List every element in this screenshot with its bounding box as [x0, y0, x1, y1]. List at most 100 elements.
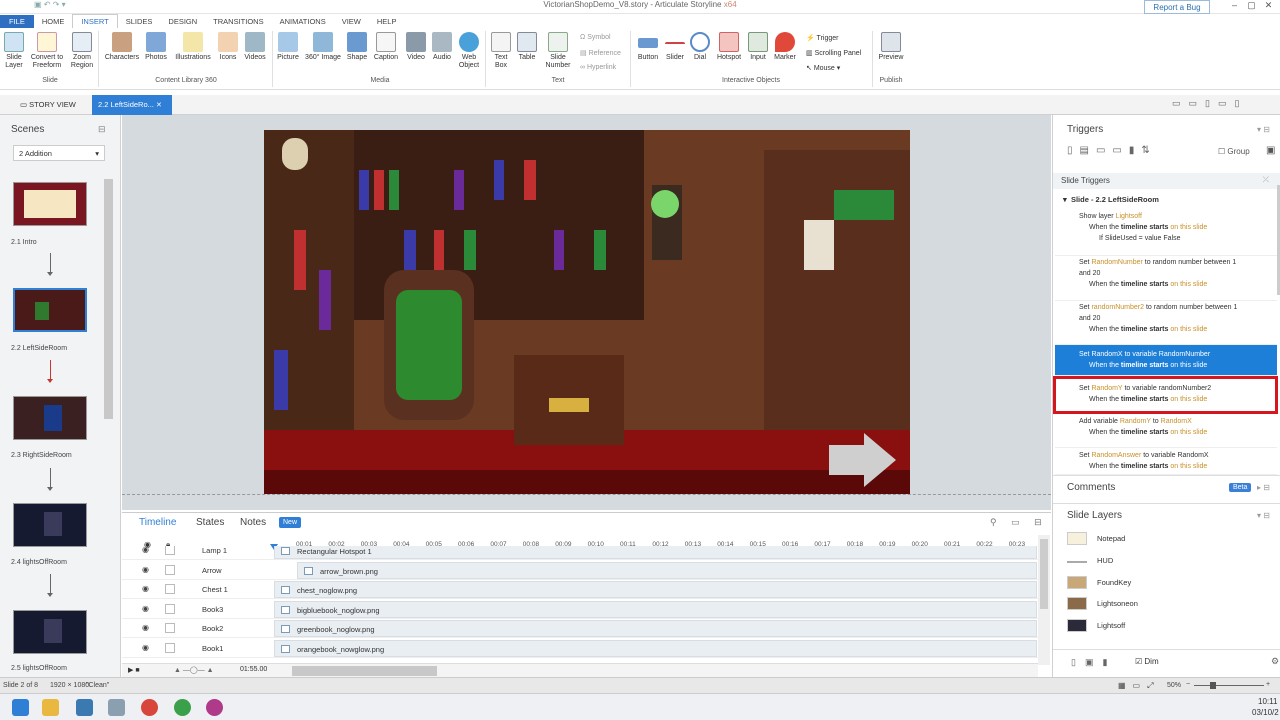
layer-item[interactable]: Lightsoneon — [1067, 595, 1267, 615]
scrolling-panel-button[interactable]: ▥ Scrolling Panel — [806, 49, 861, 57]
tab-transitions[interactable]: TRANSITIONS — [205, 15, 271, 29]
layer-actions[interactable]: ▯▣▮ — [1071, 657, 1116, 668]
timeline-panel-controls[interactable]: ⚲ ▭ ⊟ — [990, 517, 1048, 528]
lock-toggle[interactable] — [165, 603, 175, 614]
object-timeline-bar[interactable]: arrow_brown.png — [297, 561, 1037, 579]
slide-thumbnail[interactable] — [13, 396, 87, 440]
button-button[interactable]: Button — [634, 32, 662, 62]
caption-button[interactable]: Caption — [371, 32, 401, 62]
comments-panel-icons[interactable]: ▸ ⊟ — [1257, 483, 1270, 492]
trigger-item[interactable]: Set RandomNumber to random number betwee… — [1055, 257, 1277, 301]
windows-start-icon[interactable] — [12, 699, 29, 716]
trigger-item[interactable]: Set RandomAnswer to variable RandomX Whe… — [1055, 449, 1277, 475]
timeline-zoom-slider[interactable]: ▲ —◯— ▲ — [174, 666, 214, 674]
object-timeline-bar[interactable]: bigbluebook_noglow.png — [274, 600, 1037, 618]
tab-design[interactable]: DESIGN — [160, 15, 205, 29]
trigger-button[interactable]: ⚡ Trigger — [806, 34, 838, 42]
file-explorer-icon[interactable] — [42, 699, 59, 716]
close-icon[interactable]: ✕ — [1260, 0, 1277, 11]
slide-thumbnail[interactable] — [13, 503, 87, 547]
tab-home[interactable]: HOME — [34, 15, 73, 29]
view-mode-icons[interactable]: ▭▭▯▭▯ — [1172, 98, 1247, 109]
panel-collapse-icon[interactable]: ⊟ — [98, 124, 106, 135]
trigger-item[interactable]: Set randomNumber2 to random number betwe… — [1055, 302, 1277, 345]
slide-thumbnail[interactable] — [13, 610, 87, 654]
mouse-button[interactable]: ↖ Mouse ▾ — [806, 64, 840, 72]
eye-icon[interactable]: ◉ — [142, 584, 149, 593]
scene-dropdown[interactable]: 2 Addition ▾ — [13, 145, 105, 161]
hyperlink-button[interactable]: ∞ Hyperlink — [580, 64, 616, 71]
input-button[interactable]: Input — [746, 32, 770, 62]
lock-toggle[interactable] — [165, 623, 175, 634]
slide-trigger-group[interactable]: ▾ Slide - 2.2 LeftSideRoom — [1063, 195, 1159, 204]
timeline-row[interactable]: ◉ Book3 bigbluebook_noglow.png — [122, 600, 1038, 619]
object-timeline-bar[interactable]: orangebook_nowglow.png — [274, 640, 1037, 657]
eye-icon[interactable]: ◉ — [142, 565, 149, 574]
tab-states[interactable]: States — [196, 517, 224, 528]
story-view-tab[interactable]: ▭ STORY VIEW — [14, 95, 82, 115]
app-icon[interactable] — [108, 699, 125, 716]
zoom-out-icon[interactable]: − — [1186, 681, 1190, 688]
storyline-icon[interactable] — [206, 699, 223, 716]
layer-item[interactable]: Lightsoff — [1067, 617, 1267, 637]
videos-button[interactable]: Videos — [241, 32, 269, 62]
scenes-scrollbar[interactable] — [104, 179, 113, 419]
slide-number-button[interactable]: Slide Number — [541, 32, 575, 70]
tab-notes[interactable]: Notes — [240, 517, 266, 528]
timeline-scrollbar[interactable] — [1038, 535, 1050, 665]
tab-help[interactable]: HELP — [369, 15, 405, 29]
object-timeline-bar[interactable]: chest_noglow.png — [274, 581, 1037, 599]
tab-animations[interactable]: ANIMATIONS — [272, 15, 334, 29]
marker-button[interactable]: Marker — [771, 32, 799, 62]
layer-item[interactable]: FoundKey — [1067, 574, 1267, 594]
trigger-toolbar[interactable]: ▯▤▭▭▮⇅ — [1067, 145, 1157, 156]
lock-toggle[interactable] — [165, 584, 175, 595]
timeline-row[interactable]: ◉ Arrow arrow_brown.png — [122, 561, 1038, 580]
symbol-button[interactable]: Ω Symbol — [580, 34, 611, 41]
timeline-row[interactable]: ◉ Book1 orangebook_nowglow.png — [122, 639, 1038, 658]
eye-icon[interactable]: ◉ — [142, 623, 149, 632]
panel-options-icon[interactable]: ▾ ⊟ — [1257, 125, 1270, 134]
audio-button[interactable]: Audio — [430, 32, 454, 62]
lock-toggle[interactable] — [165, 546, 175, 555]
illustrations-button[interactable]: Illustrations — [171, 32, 215, 62]
tab-view[interactable]: VIEW — [334, 15, 369, 29]
lock-toggle[interactable] — [165, 643, 175, 653]
convert-freeform-button[interactable]: Convert to Freeform — [28, 32, 66, 70]
trigger-item-selected[interactable]: Set RandomX to variable RandomNumber Whe… — [1055, 345, 1277, 376]
eye-icon[interactable]: ◉ — [142, 604, 149, 613]
layers-panel-icons[interactable]: ▾ ⊟ — [1257, 511, 1270, 520]
tab-insert[interactable]: INSERT — [72, 14, 118, 28]
gear-icon[interactable]: ⚙ — [1271, 656, 1279, 667]
play-icon[interactable]: ▶ ■ — [128, 666, 140, 674]
slide-thumbnail-selected[interactable] — [13, 288, 87, 332]
app-icon[interactable] — [76, 699, 93, 716]
lock-toggle[interactable] — [165, 564, 175, 575]
zoom-region-button[interactable]: Zoom Region — [68, 32, 96, 70]
collapse-all-icon[interactable]: ⤫ — [1263, 175, 1269, 185]
text-box-button[interactable]: Text Box — [488, 32, 514, 70]
zoom-in-icon[interactable]: + — [1266, 681, 1270, 688]
view-icons[interactable]: ▦▭⤢ — [1118, 681, 1161, 691]
tab-slides[interactable]: SLIDES — [118, 15, 161, 29]
zoom-slider[interactable] — [1194, 682, 1264, 689]
report-bug-button[interactable]: Report a Bug — [1144, 0, 1210, 14]
timeline-row[interactable]: ◉ Lamp 1 Rectangular Hotspot 1 — [122, 546, 1038, 560]
minimize-icon[interactable]: – — [1226, 0, 1243, 10]
timeline-hscroll[interactable] — [292, 666, 437, 676]
table-button[interactable]: Table — [515, 32, 539, 62]
slide-thumbnail[interactable] — [13, 182, 87, 226]
tab-timeline[interactable]: Timeline — [139, 517, 176, 528]
window-controls[interactable]: – ▢ ✕ — [1226, 0, 1280, 14]
slide-layer-button[interactable]: Slide Layer — [2, 32, 26, 70]
current-slide-tab[interactable]: 2.2 LeftSideRo... ✕ — [92, 95, 172, 115]
slide-stage[interactable] — [264, 130, 910, 494]
trigger-item[interactable]: Add variable RandomY to RandomX When the… — [1055, 415, 1277, 448]
eye-icon[interactable]: ◉ — [142, 546, 149, 554]
dial-button[interactable]: Dial — [689, 32, 711, 62]
chrome-icon[interactable] — [141, 699, 158, 716]
photos-button[interactable]: Photos — [143, 32, 169, 62]
tab-file[interactable]: FILE — [0, 15, 34, 29]
group-checkbox[interactable]: ☐ Group — [1218, 147, 1250, 156]
web-object-button[interactable]: Web Object — [456, 32, 482, 70]
